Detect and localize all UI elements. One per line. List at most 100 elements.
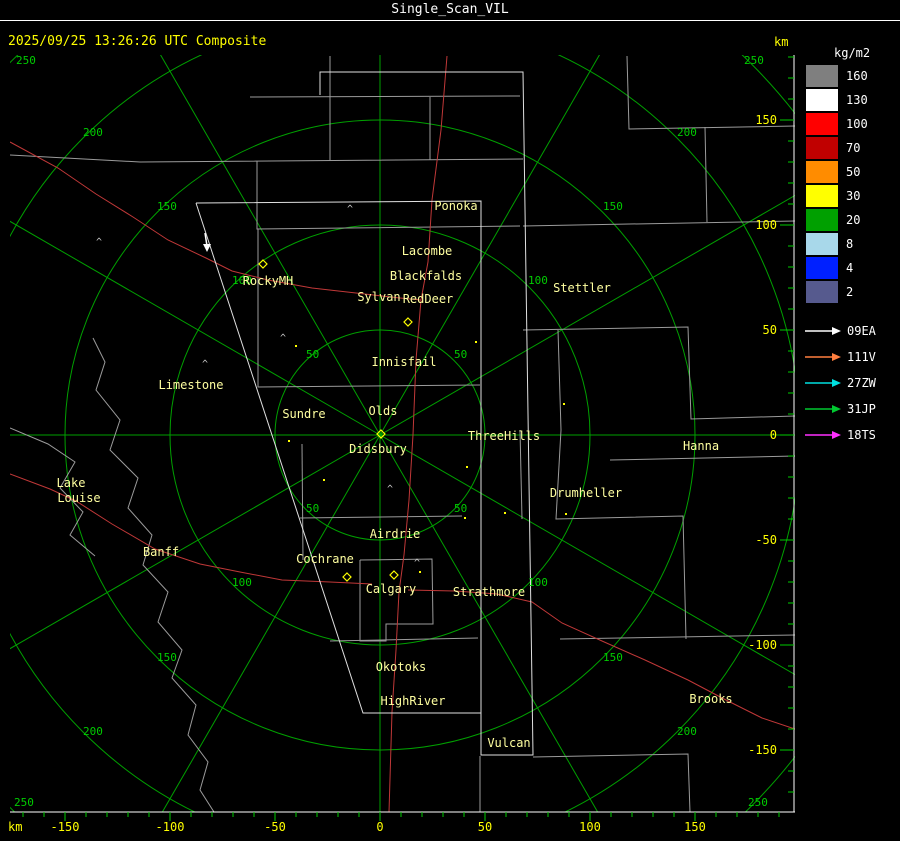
radial-line bbox=[161, 434, 381, 812]
city-label: Stettler bbox=[553, 281, 611, 295]
city-label: RedDeer bbox=[403, 292, 454, 306]
bottom-axis-label: 100 bbox=[579, 820, 601, 834]
peak-marker: ^ bbox=[96, 237, 102, 248]
city-label: Brooks bbox=[689, 692, 732, 706]
county-boundary bbox=[301, 443, 304, 561]
storm-track-legend: 09EA 111V 27ZW 31JP 18TS bbox=[804, 318, 876, 448]
city-label: Drumheller bbox=[550, 486, 622, 500]
small-town-dot bbox=[288, 440, 290, 442]
peak-marker: ^ bbox=[280, 333, 286, 344]
right-axis-label: 100 bbox=[755, 218, 777, 232]
county-boundary bbox=[249, 95, 521, 98]
colorbar: 160 130 100 70 50 30 20 8 4 2 bbox=[806, 64, 868, 304]
track-arrow-icon bbox=[805, 353, 841, 361]
right-axis-label: 0 bbox=[770, 428, 777, 442]
bottom-axis-label: -100 bbox=[156, 820, 185, 834]
colorbar-entry: 8 bbox=[806, 232, 868, 256]
city-label: Banff bbox=[143, 545, 179, 559]
city-label: Sundre bbox=[282, 407, 325, 421]
ring-distance-label: 150 bbox=[157, 651, 177, 664]
county-boundary bbox=[609, 455, 795, 461]
right-axis-label: -100 bbox=[748, 638, 777, 652]
city-label: Limestone bbox=[158, 378, 223, 392]
ring-distance-label: 50 bbox=[454, 348, 467, 361]
peak-marker: ^ bbox=[387, 484, 393, 495]
city-label: Olds bbox=[369, 404, 398, 418]
ring-distance-label: 100 bbox=[528, 576, 548, 589]
site-marker-diamond bbox=[389, 570, 399, 580]
ring-distance-label: 250 bbox=[748, 796, 768, 809]
small-town-dot bbox=[295, 345, 297, 347]
small-town-dot bbox=[323, 479, 325, 481]
site-marker-diamond bbox=[342, 572, 352, 582]
colorbar-swatch bbox=[806, 113, 838, 135]
bottom-axis-label: -50 bbox=[264, 820, 286, 834]
colorbar-entry: 2 bbox=[806, 280, 868, 304]
site-marker-diamond bbox=[403, 317, 413, 327]
ring-distance-label: 150 bbox=[157, 200, 177, 213]
ring-distance-label: 50 bbox=[454, 502, 467, 515]
colorbar-swatch bbox=[806, 137, 838, 159]
county-boundary bbox=[522, 220, 795, 227]
county-boundary bbox=[10, 154, 524, 163]
ring-distance-label: 50 bbox=[306, 348, 319, 361]
city-label: Lake bbox=[57, 476, 86, 490]
city-label: Okotoks bbox=[376, 660, 427, 674]
bottom-axis-unit-label: km bbox=[8, 820, 23, 834]
city-label: Hanna bbox=[683, 439, 719, 453]
right-axis-label: -150 bbox=[748, 743, 777, 757]
peak-marker: ^ bbox=[202, 359, 208, 370]
small-town-dot bbox=[419, 571, 421, 573]
colorbar-swatch bbox=[806, 233, 838, 255]
city-label: Airdrie bbox=[370, 527, 421, 541]
colorbar-entry: 100 bbox=[806, 112, 868, 136]
ring-distance-label: 200 bbox=[677, 126, 697, 139]
small-town-dot bbox=[565, 513, 567, 515]
right-axis-label: 50 bbox=[763, 323, 777, 337]
colorbar-value: 70 bbox=[846, 141, 861, 155]
ring-distance-label: 100 bbox=[528, 274, 548, 287]
county-boundary bbox=[522, 326, 795, 420]
small-town-dot bbox=[475, 341, 477, 343]
colorbar-entry: 70 bbox=[806, 136, 868, 160]
right-axis-label: -50 bbox=[755, 533, 777, 547]
bottom-axis-label: 50 bbox=[478, 820, 492, 834]
colorbar-value: 20 bbox=[846, 213, 861, 227]
colorbar-value: 50 bbox=[846, 165, 861, 179]
city-label: Strathmore bbox=[453, 585, 525, 599]
city-label: Cochrane bbox=[296, 552, 354, 566]
track-id-label: 111V bbox=[847, 350, 876, 364]
ring-distance-label: 200 bbox=[83, 725, 103, 738]
city-label: Didsbury bbox=[349, 442, 407, 456]
track-legend-row: 09EA bbox=[804, 318, 876, 344]
colorbar-entry: 20 bbox=[806, 208, 868, 232]
ring-distance-label: 150 bbox=[603, 651, 623, 664]
radar-map[interactable]: 5010015020025050100150200250501001502002… bbox=[0, 0, 900, 841]
track-legend-row: 31JP bbox=[804, 396, 876, 422]
county-boundary bbox=[329, 637, 479, 642]
ring-distance-label: 250 bbox=[16, 54, 36, 67]
colorbar-entry: 50 bbox=[806, 160, 868, 184]
storm-track-arrowhead bbox=[203, 244, 211, 252]
county-boundary bbox=[704, 126, 708, 223]
colorbar-swatch bbox=[806, 161, 838, 183]
ring-distance-label: 100 bbox=[232, 576, 252, 589]
county-boundary bbox=[532, 753, 691, 812]
bottom-axis-label: 0 bbox=[376, 820, 383, 834]
track-legend-row: 111V bbox=[804, 344, 876, 370]
radial-line bbox=[160, 55, 381, 436]
track-arrow-icon bbox=[805, 379, 841, 387]
track-arrow-icon bbox=[805, 405, 841, 413]
colorbar-swatch bbox=[806, 257, 838, 279]
colorbar-entry: 160 bbox=[806, 64, 868, 88]
colorbar-swatch bbox=[806, 65, 838, 87]
colorbar-value: 100 bbox=[846, 117, 868, 131]
colorbar-swatch bbox=[806, 185, 838, 207]
colorbar-entry: 130 bbox=[806, 88, 868, 112]
city-label: Vulcan bbox=[487, 736, 530, 750]
bottom-axis-label: -150 bbox=[51, 820, 80, 834]
county-boundary bbox=[299, 515, 463, 519]
track-id-label: 27ZW bbox=[847, 376, 876, 390]
small-town-dot bbox=[466, 466, 468, 468]
colorbar-swatch bbox=[806, 281, 838, 303]
